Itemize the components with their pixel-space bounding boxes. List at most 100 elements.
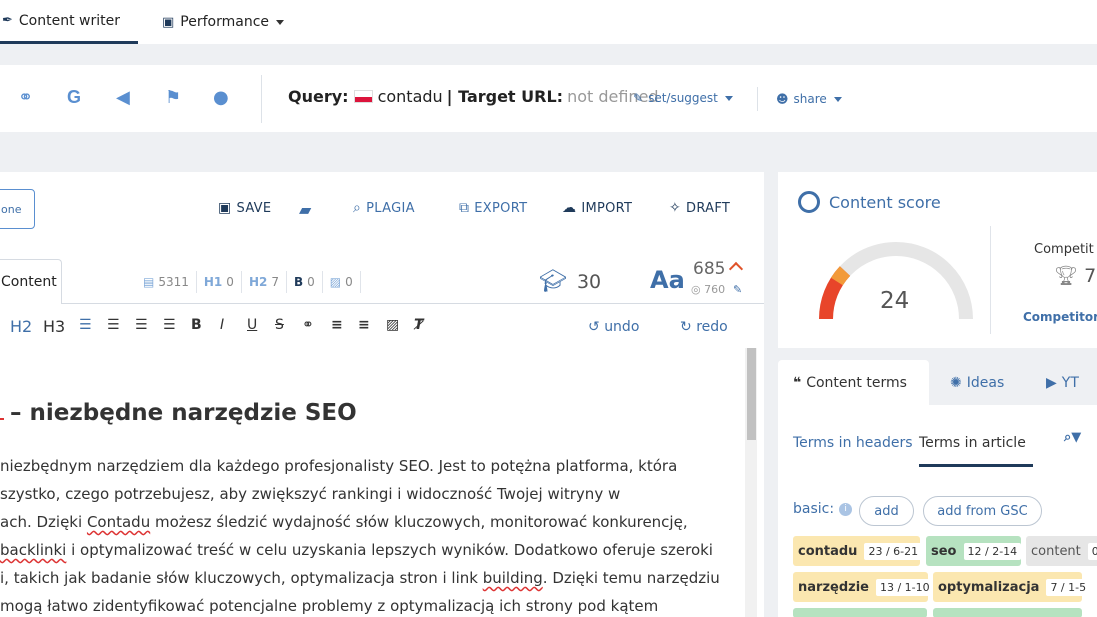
term-count: 23 / 6-21 [864,542,923,560]
paragraph-line: i, takich jak badanie słów kluczowych, o… [0,569,720,587]
tab-content-writer[interactable]: ✒ Content writer [0,0,138,44]
spellcheck-marker [0,418,4,420]
editor-scrollbar-thumb[interactable] [747,348,756,440]
term-chip[interactable]: content 0 [1026,536,1097,566]
set-suggest-button[interactable]: ✎ set/suggest [633,91,733,105]
term-chip[interactable]: narzędzie 13 / 1-10 [793,572,934,602]
word-target: ◎ 760 [691,283,725,296]
document-heading: – niezbędne narzędzie SEO [0,400,357,426]
import-button[interactable]: ☁ IMPORT [562,200,632,216]
tab-content-terms-label: Content terms [806,374,907,391]
poland-flag-icon [353,90,373,103]
terms-card: ❝ Content terms ✺ Ideas ▶ YT Terms in he… [778,360,1097,617]
misspelled-word: building [482,569,543,587]
search-filter-icon[interactable]: ⌕▼ [1064,430,1081,445]
term-chip[interactable] [793,608,927,617]
font-size-icon[interactable]: Aa [650,266,685,294]
strikethrough-icon[interactable]: S [275,317,284,333]
import-label: IMPORT [581,200,633,216]
document-search-icon: ⌕ [353,200,362,216]
bullet-list-icon[interactable]: ≡ [358,317,370,333]
open-folder-button[interactable]: ▰ [299,200,317,219]
trophy-icon: 🏆︎ [1054,265,1079,287]
printer-icon: ▤ [143,275,155,289]
tab-content[interactable]: Content [0,259,62,304]
share-button[interactable]: ☻ share [776,92,842,106]
comments-icon[interactable]: ● [213,87,229,108]
plagia-button[interactable]: ⌕ PLAGIA [353,200,415,216]
align-center-icon[interactable]: ☰ [107,317,120,333]
term-count: 0 [1087,542,1097,560]
stat-characters: ▤ 5311 [136,271,197,293]
paragraph-line: ach. Dzięki Contadu możesz śledzić wydaj… [0,513,688,531]
term-name: seo [931,543,957,559]
italic-icon[interactable]: I [220,317,224,333]
export-button[interactable]: ⧉ EXPORT [459,200,527,216]
target-icon [798,191,820,213]
set-suggest-label: set/suggest [648,91,718,105]
tab-yt[interactable]: ▶ YT [1046,360,1079,405]
subtab-terms-in-headers[interactable]: Terms in headers [793,435,913,451]
tab-performance[interactable]: ▣ Performance [162,0,285,44]
subtab-terms-in-article[interactable]: Terms in article [919,435,1026,451]
draft-button[interactable]: ✧ DRAFT [669,200,730,216]
underline-icon[interactable]: U [247,317,257,333]
google-icon[interactable]: G [67,87,81,108]
divider [990,226,991,334]
h3-button[interactable]: H3 [43,317,65,336]
text: możesz śledzić wydajność słów kluczowych… [150,513,688,531]
redo-button[interactable]: ↻ redo [680,319,728,335]
text: szystko, czego potrzebujesz, aby zwiększ… [0,485,621,503]
term-chip[interactable]: seo 12 / 2-14 [926,536,1022,566]
clear-format-icon[interactable]: T̷ [414,317,424,333]
share-label: share [793,92,827,106]
floppy-icon: ▣ [218,200,232,216]
link-icon[interactable]: ⚭ [302,317,314,333]
tab-content-terms[interactable]: ❝ Content terms [778,360,929,405]
align-right-icon[interactable]: ☰ [135,317,148,333]
term-chip[interactable]: contadu 23 / 6-21 [793,536,923,566]
term-chip[interactable]: optymalizacja 7 / 1-5 [933,572,1091,602]
tab-ideas[interactable]: ✺ Ideas [950,360,1004,405]
terms-tabs: ❝ Content terms ✺ Ideas ▶ YT [778,360,1097,405]
export-icon: ⧉ [459,200,470,216]
add-from-gsc-button[interactable]: add from GSC [923,496,1042,526]
presentation-icon: ▣ [162,14,175,30]
save-button[interactable]: ▣ SAVE [218,200,271,216]
bold-icon[interactable]: B [191,317,202,333]
add-term-button[interactable]: add [859,496,914,526]
divider [261,75,262,123]
paragraph-line: niezbędnym narzędziem dla każdego profes… [0,457,677,475]
image-icon[interactable]: ▨ [386,317,399,333]
megaphone-icon[interactable]: ◀ [116,87,130,108]
basic-label-text: basic: [793,501,835,517]
target-url-label: | Target URL: [446,87,564,106]
term-name: narzędzie [798,579,869,595]
competitors-link[interactable]: Competitors [1023,310,1097,324]
word-count: 685 [693,259,726,279]
info-icon[interactable]: i [839,502,853,516]
align-left-icon[interactable]: ☰ [79,317,92,333]
subtab-active-indicator [919,464,1033,467]
one-button-label: one [1,202,22,216]
align-justify-icon[interactable]: ☰ [163,317,176,333]
runner-icon[interactable]: ⚑ [165,87,181,108]
redo-label: redo [696,319,728,335]
misspelled-word: Contadu [86,513,151,531]
term-name: contadu [798,543,858,559]
edit-target-icon[interactable]: ✎ [733,283,742,296]
competitors-score: 🏆︎ 7 [1054,264,1096,288]
text: ach. Dzięki [0,513,87,531]
h1-icon: H1 [203,275,223,289]
paragraph-line: mogą łatwo zidentyfikować potencjalne pr… [0,597,658,615]
stat-h2-value: 7 [271,275,279,289]
content-score-value: 24 [880,288,910,314]
top-nav: ✒ Content writer ▣ Performance [0,0,1097,44]
h2-button[interactable]: H2 [10,317,32,336]
link-icon[interactable]: ⚭ [18,87,33,108]
undo-button[interactable]: ↺ undo [588,319,639,335]
one-button[interactable]: one [0,189,35,229]
text: niezbędnym narzędziem dla każdego profes… [0,457,678,475]
ordered-list-icon[interactable]: ≡ [331,317,343,333]
term-chip[interactable] [933,608,1082,617]
